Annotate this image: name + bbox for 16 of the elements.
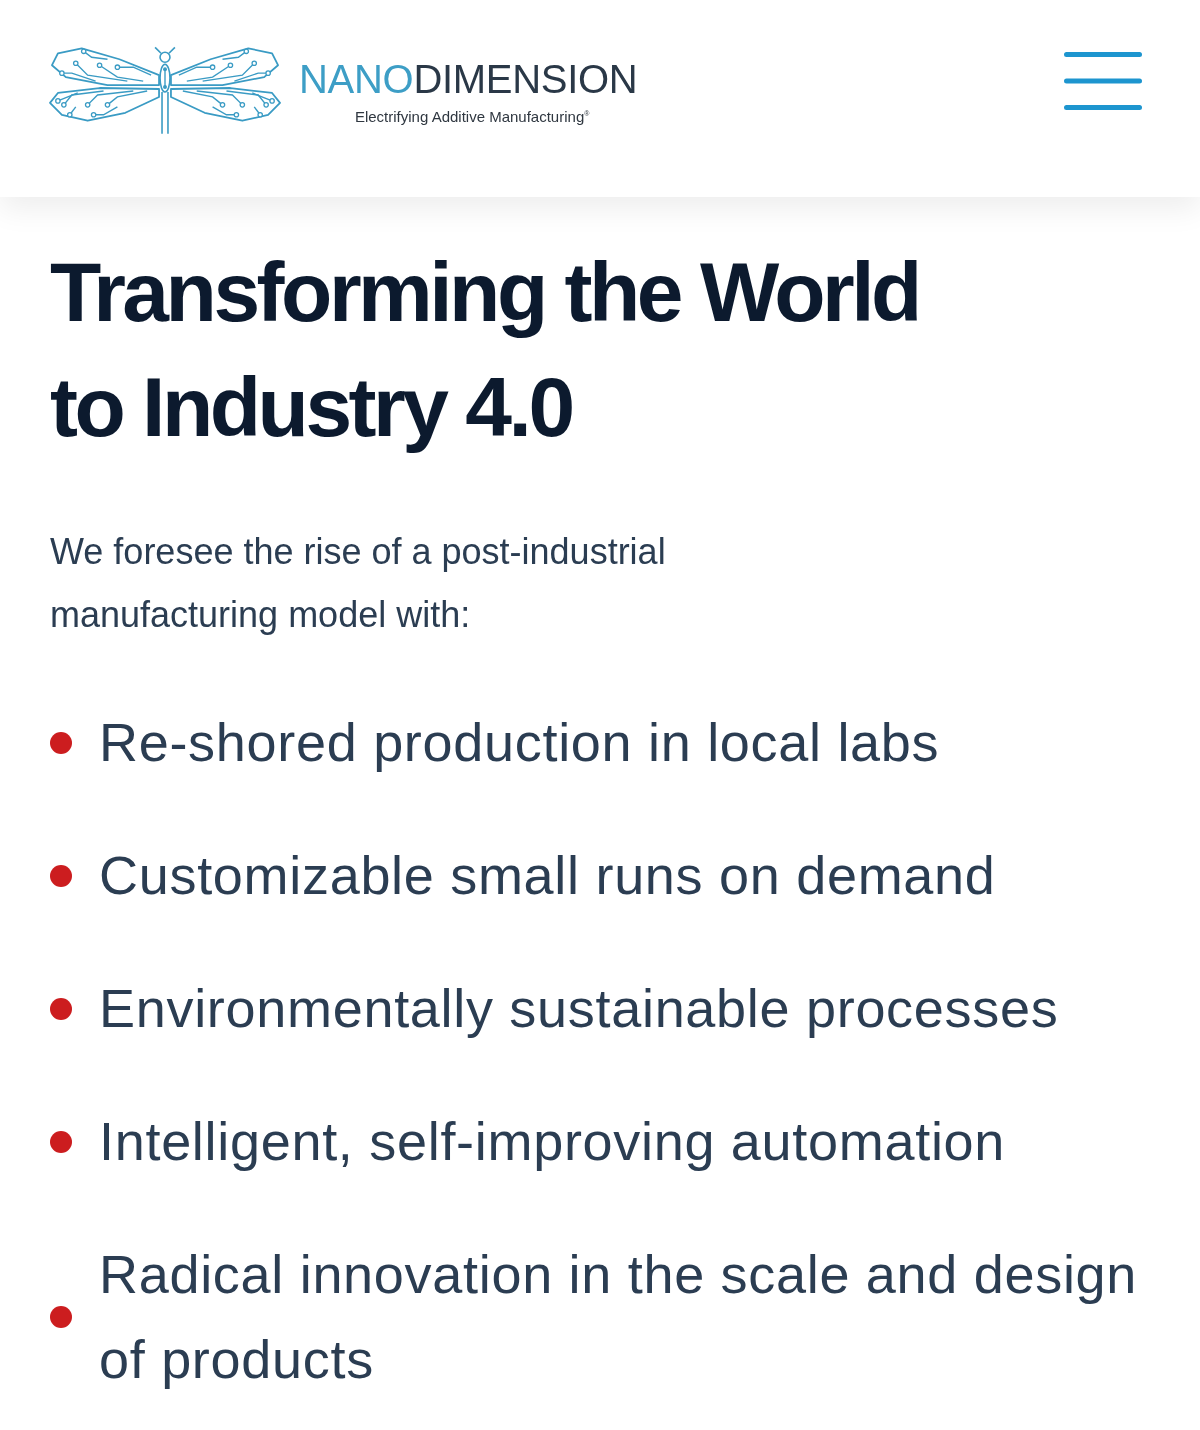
bullet-text: Intelligent, self-improving automation <box>99 1110 1006 1173</box>
intro-paragraph: We foresee the rise of a post-industrial manufacturing model with: <box>50 530 667 637</box>
bullet-dot-icon <box>50 731 72 754</box>
menu-icon <box>1064 52 1142 110</box>
menu-button[interactable] <box>1064 52 1142 110</box>
bullet-text: Radical innovation in the scale and design of products <box>99 1243 1139 1391</box>
bullet-dot-icon <box>50 864 72 887</box>
bullet-dot-icon <box>50 1130 72 1153</box>
bullet-dot-icon <box>50 1306 72 1328</box>
brand-name: NANODIMENSION <box>299 57 638 101</box>
bullet-text: Environmentally sustainable processes <box>99 977 1059 1040</box>
page-heading: Transforming the World to Industry 4.0 <box>50 244 920 456</box>
bullet-dot-icon <box>50 997 72 1020</box>
bullet-text: Customizable small runs on demand <box>99 844 996 907</box>
bullet-text: Re-shored production in local labs <box>99 711 940 774</box>
brand-tagline: Electrifying Additive Manufacturing$^{®}$ <box>353 107 590 126</box>
